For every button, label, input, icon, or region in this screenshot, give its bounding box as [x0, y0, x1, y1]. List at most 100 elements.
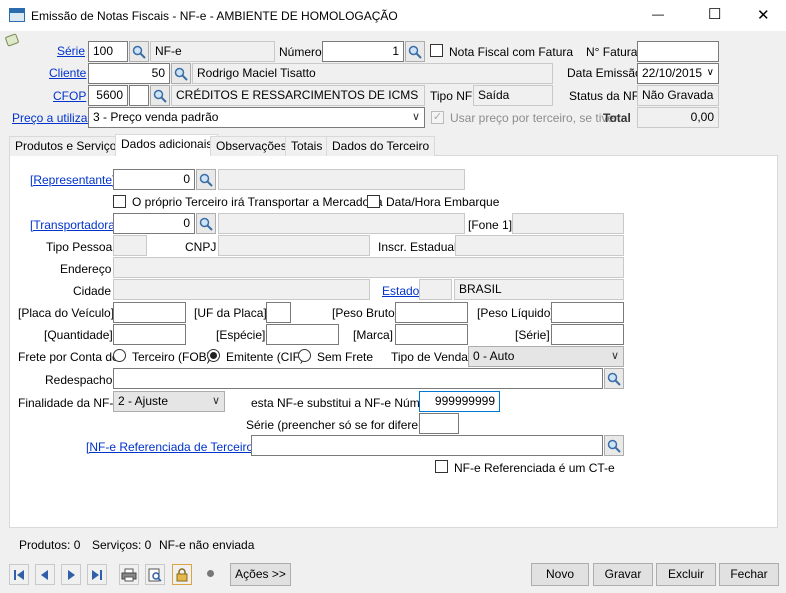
transportadora-search-button[interactable]	[196, 213, 216, 234]
frete-fob-label: Terceiro (FOB)	[132, 350, 211, 364]
frete-label: Frete por Conta do	[18, 350, 119, 364]
representante-search-button[interactable]	[196, 169, 216, 190]
cfop-code-input[interactable]: 5600	[88, 85, 128, 106]
last-record-button[interactable]	[87, 564, 107, 585]
nfatura-label: N° Fatura	[586, 45, 638, 59]
cte-checkbox[interactable]	[435, 460, 448, 473]
excluir-button[interactable]: Excluir	[656, 563, 716, 586]
referenciada-input[interactable]	[251, 435, 603, 456]
peso-bruto-label: [Peso Bruto]	[332, 306, 399, 320]
referenciada-link[interactable]: [NF-e Referenciada de Terceiros]	[86, 440, 263, 454]
transportadora-link[interactable]: [Transportadora]	[30, 218, 118, 232]
numero-search-button[interactable]	[405, 41, 425, 62]
redespacho-input[interactable]	[113, 368, 603, 389]
transportadora-code-input[interactable]: 0	[113, 213, 195, 234]
app-icon	[9, 8, 25, 22]
numero-input[interactable]: 1	[322, 41, 404, 62]
first-record-button[interactable]	[9, 564, 29, 585]
serie-volume-input[interactable]	[551, 324, 624, 345]
usar-preco-checkbox[interactable]: ✓	[431, 111, 444, 124]
search-icon	[607, 372, 621, 386]
referenciada-search-button[interactable]	[604, 435, 624, 456]
next-icon	[68, 569, 75, 580]
search-icon	[132, 45, 146, 59]
data-hora-label: Data/Hora Embarque	[386, 195, 500, 209]
search-icon	[199, 217, 213, 231]
cfop-extra-input[interactable]	[129, 85, 149, 106]
data-emissao-picker[interactable]: 22/10/2015 ∨	[637, 63, 719, 84]
serie-diff-input[interactable]	[419, 413, 459, 434]
tab-dados-adicionais[interactable]: Dados adicionais	[115, 134, 219, 156]
substitui-input[interactable]: 999999999	[419, 391, 500, 412]
cliente-link[interactable]: Cliente	[49, 66, 86, 80]
cnpj-value	[218, 235, 370, 256]
print-preview-button[interactable]	[145, 564, 165, 585]
estado-link[interactable]: Estado	[382, 284, 419, 298]
tipo-nf-label: Tipo NF	[430, 89, 473, 103]
printer-icon	[121, 568, 137, 581]
nfatura-input[interactable]	[637, 41, 719, 62]
tab-totais[interactable]: Totais	[285, 136, 329, 156]
endereco-value	[113, 257, 624, 278]
cfop-search-button[interactable]	[150, 85, 170, 106]
quantidade-input[interactable]	[113, 324, 186, 345]
total-value: 0,00	[637, 107, 719, 128]
cte-label: NF-e Referenciada é um CT-e	[454, 461, 615, 475]
proprio-terceiro-checkbox[interactable]	[113, 195, 126, 208]
search-icon	[199, 173, 213, 187]
maximize-button[interactable]: ☐	[708, 5, 721, 23]
gravar-button[interactable]: Gravar	[593, 563, 653, 586]
fatura-checkbox[interactable]	[430, 44, 443, 57]
lock-button[interactable]	[172, 564, 192, 585]
serie-search-button[interactable]	[129, 41, 149, 62]
frete-fob-radio[interactable]	[113, 349, 126, 362]
preco-link[interactable]: Preço a utilizar	[12, 111, 91, 125]
serie-input[interactable]: 100	[88, 41, 128, 62]
chevron-down-icon: ∨	[411, 111, 420, 123]
next-record-button[interactable]	[61, 564, 81, 585]
finalidade-select[interactable]: 2 - Ajuste ∨	[113, 391, 225, 412]
serie-diff-label: Série (preencher só se for diferente)	[246, 418, 439, 432]
preco-select[interactable]: 3 - Preço venda padrão ∨	[88, 107, 425, 128]
print-button[interactable]	[119, 564, 139, 585]
pais-value: BRASIL	[454, 279, 624, 300]
tipo-venda-select[interactable]: 0 - Auto ∨	[468, 346, 624, 367]
cliente-name: Rodrigo Maciel Tisatto	[192, 63, 553, 84]
prev-record-button[interactable]	[35, 564, 55, 585]
tab-observacoes[interactable]: Observações	[210, 136, 293, 156]
fechar-button[interactable]: Fechar	[719, 563, 779, 586]
peso-liquido-input[interactable]	[551, 302, 624, 323]
representante-link[interactable]: [Representante]	[30, 173, 115, 187]
pin-icon[interactable]	[4, 33, 20, 47]
placa-input[interactable]	[113, 302, 186, 323]
cfop-link[interactable]: CFOP	[53, 89, 86, 103]
lock-icon	[176, 567, 188, 581]
uf-placa-input[interactable]	[266, 302, 291, 323]
cnpj-label: CNPJ	[185, 240, 217, 254]
novo-button[interactable]: Novo	[531, 563, 589, 586]
total-label: Total	[603, 111, 631, 125]
cliente-search-button[interactable]	[171, 63, 191, 84]
produtos-count: Produtos: 0	[19, 538, 81, 552]
serie-link[interactable]: Série	[57, 44, 85, 58]
marca-label: [Marca]	[353, 328, 394, 342]
close-button[interactable]: ✕	[757, 6, 770, 24]
peso-bruto-input[interactable]	[395, 302, 468, 323]
placa-label: [Placa do Veículo]	[18, 306, 115, 320]
frete-sem-radio[interactable]	[298, 349, 311, 362]
representante-code-input[interactable]: 0	[113, 169, 195, 190]
frete-cif-radio[interactable]	[207, 349, 220, 362]
marca-input[interactable]	[395, 324, 468, 345]
inscr-label: Inscr. Estadual	[378, 240, 457, 254]
especie-input[interactable]	[266, 324, 339, 345]
tab-dados-terceiro[interactable]: Dados do Terceiro	[326, 136, 436, 156]
cidade-label: Cidade	[73, 284, 112, 298]
tab-produtos-servicos[interactable]: Produtos e Serviços	[9, 136, 129, 156]
redespacho-search-button[interactable]	[604, 368, 624, 389]
cliente-code-input[interactable]: 50	[88, 63, 170, 84]
acoes-button[interactable]: Ações >>	[230, 563, 291, 586]
data-hora-checkbox[interactable]	[367, 195, 380, 208]
minimize-button[interactable]: —	[652, 7, 664, 21]
tipo-pessoa-value	[113, 235, 147, 256]
numero-label: Número	[279, 45, 322, 59]
